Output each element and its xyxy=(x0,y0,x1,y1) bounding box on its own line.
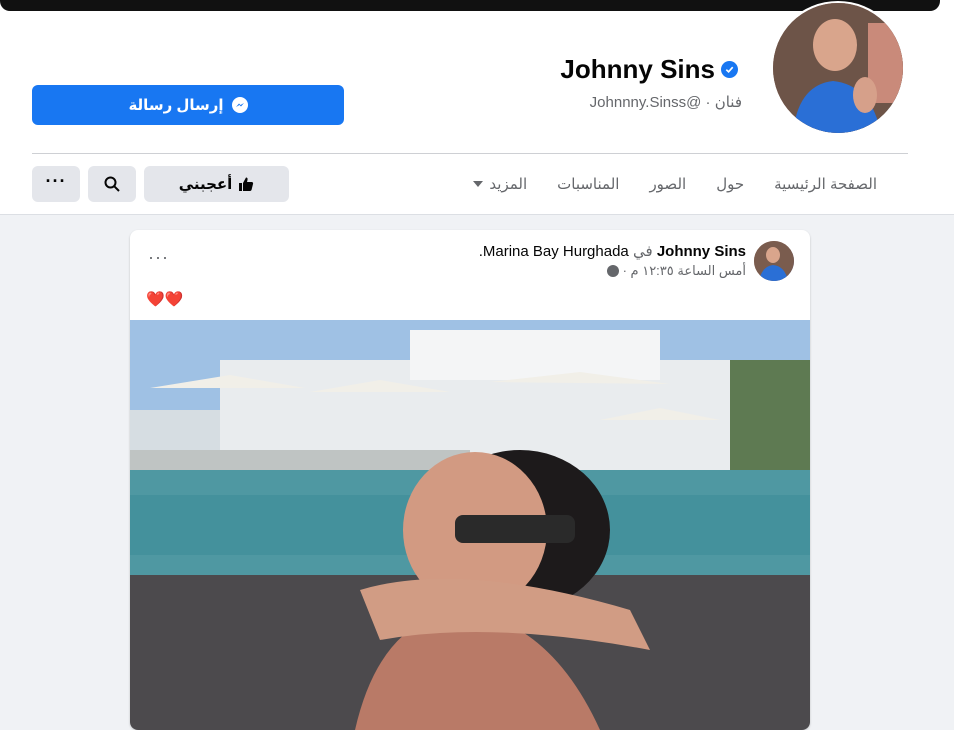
post-avatar-image xyxy=(754,241,794,281)
globe-icon xyxy=(606,265,619,277)
like-label: أعجبني xyxy=(178,176,233,193)
post-header: Johnny Sins في Marina Bay Hurghada. xyxy=(479,242,746,260)
search-icon xyxy=(104,176,120,192)
post-author-name[interactable]: Johnny Sins xyxy=(657,243,746,260)
profile-photo-image xyxy=(773,3,903,133)
tab-events[interactable]: المناسبات xyxy=(542,163,634,205)
page-subtitle: فنان · @Johnnny.Sinss xyxy=(590,93,742,111)
tab-home[interactable]: الصفحة الرئيسية xyxy=(759,163,892,205)
page-name-text: Johnny Sins xyxy=(560,54,715,84)
send-message-label: إرسال رسالة xyxy=(128,97,224,114)
page-username: @Johnnny.Sinss xyxy=(589,94,702,111)
page-category: فنان xyxy=(714,94,742,111)
thumbs-up-icon xyxy=(239,177,254,191)
send-message-button[interactable]: إرسال رسالة xyxy=(32,85,344,125)
post-photo[interactable] xyxy=(130,320,810,730)
page-title: Johnny Sins xyxy=(560,54,738,85)
verified-badge-icon xyxy=(721,61,738,78)
search-button[interactable] xyxy=(88,166,136,202)
post-photo-image xyxy=(130,320,810,730)
post-card: Johnny Sins في Marina Bay Hurghada. أمس … xyxy=(130,230,810,730)
ellipsis-icon: ··· xyxy=(45,171,67,191)
post-connector: في xyxy=(632,243,653,260)
post-location[interactable]: Marina Bay Hurghada. xyxy=(479,243,629,260)
header-divider xyxy=(32,153,908,154)
subtitle-separator: · xyxy=(701,94,711,111)
cover-photo[interactable] xyxy=(0,0,940,11)
more-options-button[interactable]: ··· xyxy=(32,166,80,202)
messenger-icon xyxy=(231,97,248,113)
like-page-button[interactable]: أعجبني xyxy=(144,166,289,202)
tab-about[interactable]: حول xyxy=(701,163,759,205)
post-time-text[interactable]: أمس الساعة ١٢:٣٥ م · xyxy=(623,263,746,279)
post-text: ❤️❤️ xyxy=(146,291,184,308)
post-options-icon[interactable]: ··· xyxy=(148,248,169,266)
tab-photos[interactable]: الصور xyxy=(634,163,701,205)
caret-down-icon xyxy=(473,181,484,187)
profile-picture[interactable] xyxy=(770,1,906,135)
page-tabs: الصفحة الرئيسية حول الصور المناسبات المز… xyxy=(458,163,892,205)
post-author-avatar[interactable] xyxy=(754,241,794,281)
post-timestamp: أمس الساعة ١٢:٣٥ م · xyxy=(606,263,746,279)
tab-more[interactable]: المزيد xyxy=(458,163,542,205)
